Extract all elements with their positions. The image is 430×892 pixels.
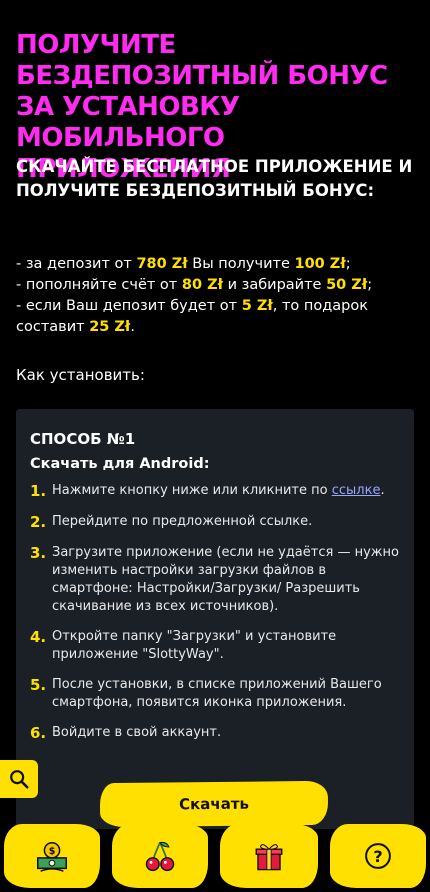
step-text: Нажмите кнопку ниже или кликните по ссыл…: [52, 482, 385, 501]
step-item: 2. Перейдите по предложенной ссылке.: [30, 513, 400, 532]
step-number: 3.: [30, 544, 47, 562]
bonus-line: - пополняйте счёт от 80 Zł и забирайте 5…: [16, 275, 416, 296]
cherries-icon: [145, 841, 175, 872]
bonus-text: - если Ваш депозит будет от: [16, 298, 242, 314]
bonus-amount: 780 Zł: [136, 256, 188, 272]
bonus-text: Вы получите: [187, 256, 295, 272]
step-text-part: .: [380, 483, 385, 498]
nav-gift-button[interactable]: [220, 824, 318, 888]
bonus-text: .: [130, 319, 135, 335]
step-item: 3. Загрузите приложение (если не удаётся…: [30, 544, 400, 616]
step-text: После установки, в списке приложений Ваш…: [52, 677, 382, 710]
search-button[interactable]: [0, 760, 38, 798]
bonus-text: - пополняйте счёт от: [16, 277, 182, 293]
bonus-text: и забирайте: [222, 277, 327, 293]
nav-help-button[interactable]: ?: [330, 824, 426, 888]
step-number: 1.: [30, 482, 47, 500]
card-title: СПОСОБ №1: [30, 430, 136, 448]
bonus-amount: 100 Zł: [294, 256, 346, 272]
step-number: 6.: [30, 724, 47, 742]
bonus-text: ;: [367, 277, 373, 293]
step-item: 6. Войдите в свой аккаунт.: [30, 724, 400, 743]
install-heading: Как установить:: [16, 366, 145, 384]
search-icon: [10, 770, 29, 789]
step-text-part: Нажмите кнопку ниже или кликните по: [52, 483, 332, 498]
bonus-text: ;: [345, 256, 351, 272]
step-text: Перейдите по предложенной ссылке.: [52, 514, 313, 529]
bonus-line: - если Ваш депозит будет от 5 Zł, то под…: [16, 296, 416, 338]
step-text: Войдите в свой аккаунт.: [52, 725, 222, 740]
nav-bonus-button[interactable]: $: [4, 824, 100, 888]
help-icon: ?: [365, 843, 391, 869]
download-link[interactable]: ссылке: [332, 483, 381, 498]
gift-icon: [255, 844, 283, 871]
steps-list: 1. Нажмите кнопку ниже или кликните по с…: [30, 482, 400, 755]
bonus-amount: 50 Zł: [326, 277, 368, 293]
step-number: 4.: [30, 628, 47, 646]
bottom-nav: $ ?: [0, 822, 430, 892]
page-subtitle: СКАЧАЙТЕ БЕСПЛАТНОЕ ПРИЛОЖЕНИЕ И ПОЛУЧИТ…: [16, 157, 413, 200]
svg-text:$: $: [49, 846, 56, 857]
download-button[interactable]: Скачать: [99, 780, 329, 828]
bonus-amount: 25 Zł: [89, 319, 131, 335]
step-text: Откройте папку "Загрузки" и установите п…: [52, 629, 337, 662]
money-icon: $: [36, 841, 68, 872]
card-subtitle: Скачать для Android:: [30, 456, 210, 472]
step-text: Загрузите приложение (если не удаётся — …: [52, 545, 399, 614]
page: ПОЛУЧИТЕ БЕЗДЕПОЗИТНЫЙ БОНУС ЗА УСТАНОВК…: [0, 0, 430, 892]
bonus-list: - за депозит от 780 Zł Вы получите 100 Z…: [16, 254, 416, 338]
step-item: 1. Нажмите кнопку ниже или кликните по с…: [30, 482, 400, 501]
bonus-amount: 80 Zł: [181, 277, 223, 293]
bonus-text: - за депозит от: [16, 256, 137, 272]
step-number: 5.: [30, 676, 47, 694]
step-item: 4. Откройте папку "Загрузки" и установит…: [30, 628, 400, 664]
install-card: СПОСОБ №1 Скачать для Android: 1. Нажмит…: [16, 409, 414, 829]
step-number: 2.: [30, 513, 47, 531]
svg-text:?: ?: [373, 847, 382, 866]
bonus-amount: 5 Zł: [241, 298, 273, 314]
step-item: 5. После установки, в списке приложений …: [30, 676, 400, 712]
nav-slots-button[interactable]: [112, 824, 208, 888]
bonus-line: - за депозит от 780 Zł Вы получите 100 Z…: [16, 254, 416, 275]
